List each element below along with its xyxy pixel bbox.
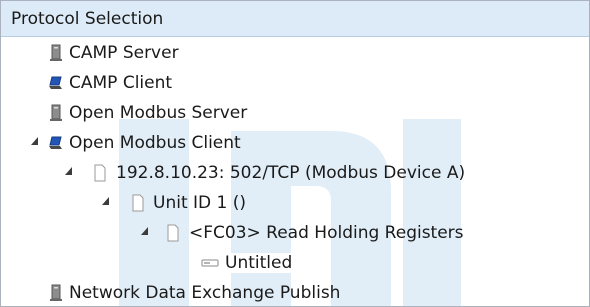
client-computer-icon	[49, 136, 62, 149]
tree-item-untitled[interactable]: Untitled	[1, 248, 589, 278]
document-icon	[94, 164, 106, 182]
panel-header: Protocol Selection	[1, 1, 589, 37]
document-icon	[167, 224, 179, 242]
expand-arrow-icon[interactable]	[65, 167, 72, 175]
client-computer-icon	[49, 76, 62, 89]
tree-item-label: <FC03> Read Holding Registers	[189, 223, 464, 243]
protocol-selection-panel: Protocol Selection CAMP Server CAMP Clie…	[0, 0, 590, 307]
expand-arrow-icon[interactable]	[141, 227, 148, 235]
tree-item-label: Network Data Exchange Publish	[69, 283, 341, 303]
tree-item-label: CAMP Client	[69, 73, 173, 93]
tree-item-modbus-device[interactable]: 192.8.10.23: 502/TCP (Modbus Device A)	[1, 158, 589, 188]
tree-item-unit-id[interactable]: Unit ID 1 ()	[1, 188, 589, 218]
tree-item-label: Unit ID 1 ()	[153, 193, 247, 213]
tree-item-fc03[interactable]: <FC03> Read Holding Registers	[1, 218, 589, 248]
tree-item-open-modbus-server[interactable]: Open Modbus Server	[1, 98, 589, 128]
server-tower-icon	[50, 44, 62, 61]
tree-item-open-modbus-client[interactable]: Open Modbus Client	[1, 128, 589, 158]
register-tag-icon	[201, 259, 219, 267]
tree-item-camp-server[interactable]: CAMP Server	[1, 38, 589, 68]
tree-item-label: Open Modbus Server	[69, 103, 248, 123]
server-tower-icon	[50, 104, 62, 121]
tree-item-camp-client[interactable]: CAMP Client	[1, 68, 589, 98]
tree-item-network-data-exchange-publish[interactable]: Network Data Exchange Publish	[1, 278, 589, 306]
server-tower-icon	[50, 284, 62, 301]
tree-item-label: 192.8.10.23: 502/TCP (Modbus Device A)	[116, 163, 466, 183]
expand-arrow-icon[interactable]	[102, 197, 109, 205]
document-icon	[132, 194, 144, 212]
tree-item-label: Open Modbus Client	[69, 133, 241, 153]
tree-item-label: CAMP Server	[69, 43, 179, 63]
expand-arrow-icon[interactable]	[31, 137, 38, 145]
tree-item-label: Untitled	[222, 253, 296, 273]
panel-title: Protocol Selection	[11, 9, 164, 29]
